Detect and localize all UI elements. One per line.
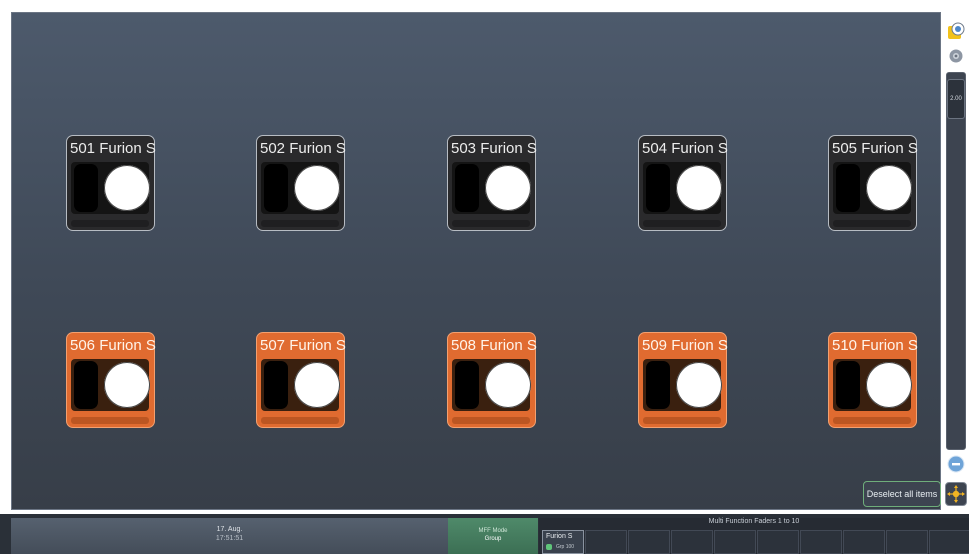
fixture-label: 509 Furion S [642, 337, 728, 354]
beam-icon [866, 165, 912, 211]
settings-icon[interactable] [948, 48, 966, 66]
zoom-slider-handle[interactable]: 2.00 [947, 79, 965, 119]
fader-slot[interactable] [843, 530, 885, 554]
fader-slot[interactable] [714, 530, 756, 554]
fixture-preview [261, 162, 340, 214]
fixture-label: 501 Furion S [70, 140, 156, 157]
fixture-tile-selected[interactable]: 507 Furion S [256, 332, 346, 428]
fixture-tile[interactable]: 502 Furion S [256, 135, 346, 231]
date-time-panel: 17. Aug. 17:51:51 [11, 518, 448, 554]
fixture-preview [452, 359, 531, 411]
mff-mode-button[interactable]: MFF Mode Group [448, 518, 538, 554]
mff-mode-value: Group [484, 536, 502, 542]
fixture-tile-selected[interactable]: 509 Furion S [638, 332, 728, 428]
time-text: 17:51:51 [215, 535, 244, 542]
date-text: 17. Aug. [216, 526, 243, 533]
beam-icon [676, 362, 722, 408]
fader-name: Furion S [546, 533, 573, 540]
fader-slot[interactable] [628, 530, 670, 554]
beam-icon [676, 165, 722, 211]
fixture-tile-selected[interactable]: 510 Furion S [828, 332, 918, 428]
zoom-slider[interactable]: 2.00 [946, 72, 966, 450]
beam-icon [104, 362, 150, 408]
deselect-all-button[interactable]: Deselect all items [863, 481, 941, 507]
multi-function-faders: Multi Function Faders 1 to 10 Furion S G… [539, 518, 969, 554]
fixture-tile-selected[interactable]: 508 Furion S [447, 332, 537, 428]
fader-value: Grp 100 [556, 544, 575, 550]
fixture-tile[interactable]: 505 Furion S [828, 135, 918, 231]
fader-slot[interactable] [671, 530, 713, 554]
zoom-out-icon[interactable] [947, 455, 965, 473]
fixture-preview [452, 162, 531, 214]
fixture-tile[interactable]: 503 Furion S [447, 135, 537, 231]
fixture-label: 503 Furion S [451, 140, 537, 157]
fader-status-icon [546, 544, 552, 550]
fixture-preview [833, 359, 912, 411]
fixture-label: 510 Furion S [832, 337, 918, 354]
fixture-preview [71, 162, 150, 214]
faders-title: Multi Function Faders 1 to 10 [708, 518, 800, 525]
fixture-tile-selected[interactable]: 506 Furion S [66, 332, 156, 428]
fixture-label: 502 Furion S [260, 140, 346, 157]
beam-icon [104, 165, 150, 211]
beam-icon [294, 362, 340, 408]
beam-icon [866, 362, 912, 408]
beam-icon [485, 165, 531, 211]
beam-icon [485, 362, 531, 408]
move-icon[interactable] [945, 482, 967, 506]
fixture-label: 506 Furion S [70, 337, 156, 354]
fixture-tile[interactable]: 504 Furion S [638, 135, 728, 231]
fixture-preview [643, 359, 722, 411]
fixture-preview [833, 162, 912, 214]
fader-slot[interactable] [929, 530, 969, 554]
fader-slot[interactable] [757, 530, 799, 554]
fixture-preview [643, 162, 722, 214]
fader-slot[interactable] [886, 530, 928, 554]
fixture-label: 504 Furion S [642, 140, 728, 157]
fixture-label: 508 Furion S [451, 337, 537, 354]
mff-mode-title: MFF Mode [478, 528, 508, 534]
fader-slot[interactable] [800, 530, 842, 554]
fixture-preview [261, 359, 340, 411]
view-icon[interactable] [947, 22, 965, 40]
fixture-label: 507 Furion S [260, 337, 346, 354]
fixture-tile[interactable]: 501 Furion S [66, 135, 156, 231]
fader-slot[interactable] [585, 530, 627, 554]
fixture-label: 505 Furion S [832, 140, 918, 157]
fixture-canvas[interactable] [11, 12, 941, 510]
fixture-preview [71, 359, 150, 411]
fader-slot[interactable]: Furion S Grp 100 [542, 530, 584, 554]
beam-icon [294, 165, 340, 211]
